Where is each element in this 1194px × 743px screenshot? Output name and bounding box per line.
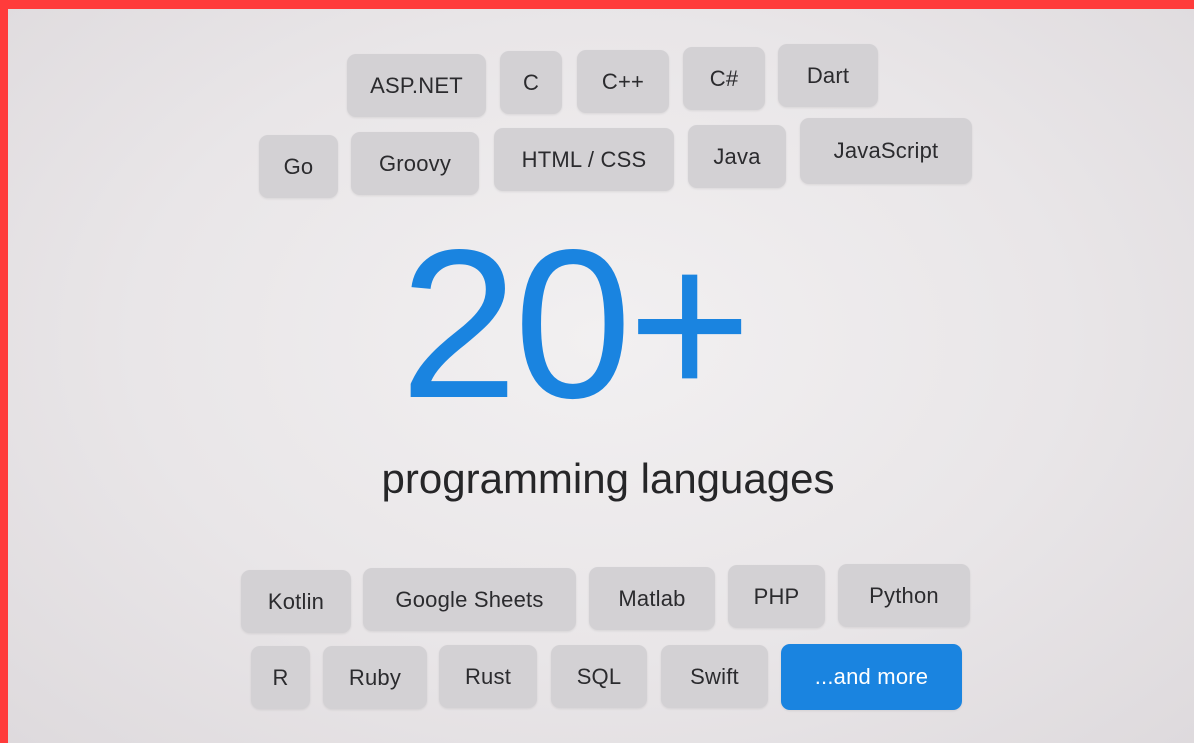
language-chip-r: R (251, 646, 310, 709)
slide: ASP.NET C C++ C# Dart Go Groovy HTML / C… (8, 9, 1194, 743)
language-chip-html-css: HTML / CSS (494, 128, 674, 191)
language-chip-javascript: JavaScript (800, 118, 972, 184)
language-chip-java: Java (688, 125, 786, 188)
language-chip-ruby: Ruby (323, 646, 427, 709)
language-chip-cpp: C++ (577, 50, 669, 113)
language-chip-aspnet: ASP.NET (347, 54, 486, 117)
language-count: 20+ (400, 205, 752, 442)
language-chip-sql: SQL (551, 645, 647, 708)
language-chip-rust: Rust (439, 645, 537, 708)
language-chip-google-sheets: Google Sheets (363, 568, 576, 631)
language-chip-php: PHP (728, 565, 825, 628)
language-chip-go: Go (259, 135, 338, 198)
screenshot-frame: ASP.NET C C++ C# Dart Go Groovy HTML / C… (0, 0, 1194, 743)
language-chip-kotlin: Kotlin (241, 570, 351, 633)
language-chip-swift: Swift (661, 645, 768, 708)
language-chip-dart: Dart (778, 44, 878, 107)
language-chip-matlab: Matlab (589, 567, 715, 630)
language-chip-c: C (500, 51, 562, 114)
language-chip-csharp: C# (683, 47, 765, 110)
language-chip-python: Python (838, 564, 970, 627)
language-chip-groovy: Groovy (351, 132, 479, 195)
subtitle: programming languages (381, 455, 835, 502)
and-more-chip: ...and more (781, 644, 962, 710)
